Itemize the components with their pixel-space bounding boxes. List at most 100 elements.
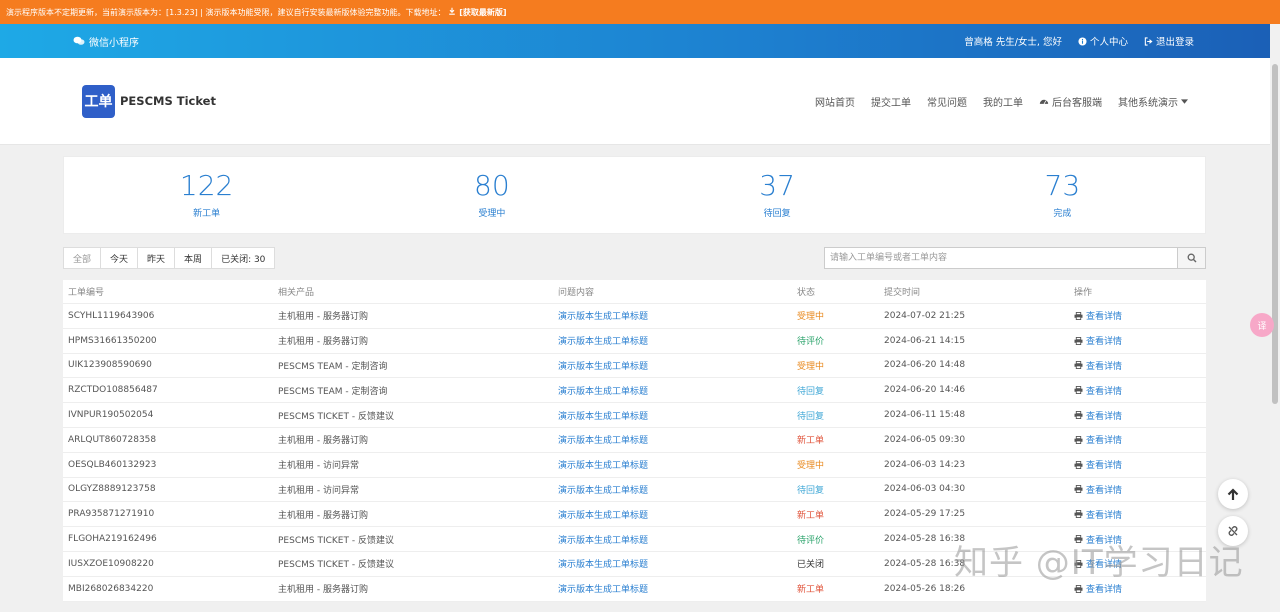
search-box xyxy=(824,247,1206,269)
view-detail-link[interactable]: 查看详情 xyxy=(1069,359,1206,372)
ticket-id: FLGOHA219162496 xyxy=(68,534,157,545)
download-link-label: [获取最新版] xyxy=(459,7,507,17)
ticket-status: 待回复 xyxy=(797,386,825,397)
column-header: 状态 xyxy=(797,288,816,298)
table-header-row: 工单编号 相关产品 问题内容 状态 提交时间 操作 xyxy=(63,280,1206,304)
ticket-id: IUSXZOE10908220 xyxy=(68,558,154,569)
view-detail-link[interactable]: 查看详情 xyxy=(1069,483,1206,496)
scrollbar-thumb[interactable] xyxy=(1272,64,1278,404)
view-detail-link[interactable]: 查看详情 xyxy=(1069,582,1206,595)
ticket-content-link[interactable]: 演示版本生成工单标题 xyxy=(553,409,792,422)
view-detail-label: 查看详情 xyxy=(1086,436,1123,447)
filter-today[interactable]: 今天 xyxy=(101,248,139,268)
search-icon xyxy=(1187,253,1196,263)
table-row: IVNPUR190502054 PESCMS TICKET - 反馈建议 演示版… xyxy=(63,403,1206,428)
info-circle-icon xyxy=(1078,36,1087,46)
ticket-content-link[interactable]: 演示版本生成工单标题 xyxy=(553,359,792,372)
column-header: 工单编号 xyxy=(68,288,105,298)
wechat-icon xyxy=(73,36,85,45)
back-to-top-button[interactable] xyxy=(1218,479,1248,509)
search-button[interactable] xyxy=(1178,247,1206,269)
ticket-content-link[interactable]: 演示版本生成工单标题 xyxy=(553,508,792,521)
view-detail-link[interactable]: 查看详情 xyxy=(1069,557,1206,570)
stat-value: 80 xyxy=(474,168,510,202)
view-detail-link[interactable]: 查看详情 xyxy=(1069,508,1206,521)
stat-new[interactable]: 122 新工单 xyxy=(64,157,349,233)
print-icon xyxy=(1074,435,1083,444)
print-icon xyxy=(1074,336,1083,345)
stat-processing[interactable]: 80 受理中 xyxy=(349,157,634,233)
view-detail-link[interactable]: 查看详情 xyxy=(1069,334,1206,347)
logout-icon xyxy=(1144,36,1153,46)
view-detail-label: 查看详情 xyxy=(1086,312,1123,323)
ticket-product: 主机租用 - 服务器订购 xyxy=(278,510,368,521)
ticket-product: 主机租用 - 服务器订购 xyxy=(278,337,368,348)
table-row: PRA935871271910 主机租用 - 服务器订购 演示版本生成工单标题 … xyxy=(63,502,1206,528)
dashboard-icon xyxy=(1039,99,1049,105)
translate-badge[interactable]: 译 xyxy=(1250,313,1274,337)
view-detail-link[interactable]: 查看详情 xyxy=(1069,409,1206,422)
filter-week[interactable]: 本周 xyxy=(175,248,213,268)
view-detail-link[interactable]: 查看详情 xyxy=(1069,458,1206,471)
download-icon xyxy=(449,7,456,15)
ticket-time: 2024-05-28 16:38 xyxy=(884,558,966,569)
ticket-time: 2024-07-02 21:25 xyxy=(884,310,966,321)
nav-others[interactable]: 其他系统演示 xyxy=(1118,94,1188,109)
ticket-content-link[interactable]: 演示版本生成工单标题 xyxy=(553,582,792,595)
print-icon xyxy=(1074,559,1083,568)
view-detail-link[interactable]: 查看详情 xyxy=(1069,384,1206,397)
brand-link[interactable]: 工单 PESCMS Ticket xyxy=(82,84,216,118)
ticket-id: HPMS31661350200 xyxy=(68,335,157,346)
table-row: HPMS31661350200 主机租用 - 服务器订购 演示版本生成工单标题 … xyxy=(63,329,1206,354)
logo: 工单 xyxy=(82,84,115,118)
link-broken-icon xyxy=(1228,526,1238,536)
nav-faq[interactable]: 常见问题 xyxy=(927,94,967,109)
ticket-time: 2024-06-03 14:23 xyxy=(884,459,966,470)
profile-link[interactable]: 个人中心 xyxy=(1078,34,1128,48)
ticket-status: 待回复 xyxy=(797,411,825,422)
ticket-time: 2024-06-03 04:30 xyxy=(884,484,966,495)
view-detail-label: 查看详情 xyxy=(1086,560,1123,571)
ticket-status: 待回复 xyxy=(797,485,825,496)
ticket-content-link[interactable]: 演示版本生成工单标题 xyxy=(553,483,792,496)
ticket-content-link[interactable]: 演示版本生成工单标题 xyxy=(553,557,792,570)
search-input[interactable] xyxy=(824,247,1178,269)
view-detail-link[interactable]: 查看详情 xyxy=(1069,309,1206,322)
filter-all[interactable]: 全部 xyxy=(64,248,102,268)
notice-text: 演示程序版本不定期更新，当前演示版本为：[1.3.23] | 演示版本功能受限，… xyxy=(6,7,446,17)
miniprogram-link[interactable]: 微信小程序 xyxy=(73,34,139,49)
nav-submit[interactable]: 提交工单 xyxy=(871,94,911,109)
nav-mine[interactable]: 我的工单 xyxy=(983,94,1023,109)
ticket-content-link[interactable]: 演示版本生成工单标题 xyxy=(553,533,792,546)
greeting-text: 曾高格 先生/女士, 您好 xyxy=(964,37,1062,48)
share-link-button[interactable] xyxy=(1218,516,1248,546)
view-detail-label: 查看详情 xyxy=(1086,386,1123,397)
nav-home[interactable]: 网站首页 xyxy=(815,94,855,109)
print-icon xyxy=(1074,361,1083,370)
download-link[interactable]: [获取最新版] xyxy=(448,7,507,18)
logout-link[interactable]: 退出登录 xyxy=(1144,34,1194,48)
table-row: OLGYZ8889123758 主机租用 - 访问异常 演示版本生成工单标题 待… xyxy=(63,478,1206,503)
logout-label: 退出登录 xyxy=(1155,37,1194,48)
ticket-content-link[interactable]: 演示版本生成工单标题 xyxy=(553,384,792,397)
view-detail-link[interactable]: 查看详情 xyxy=(1069,433,1206,446)
stat-label: 完成 xyxy=(1053,208,1072,219)
filter-closed[interactable]: 已关闭: 30 xyxy=(212,248,274,268)
ticket-product: PESCMS TICKET - 反馈建议 xyxy=(278,560,394,571)
arrow-up-icon xyxy=(1227,487,1239,500)
ticket-content-link[interactable]: 演示版本生成工单标题 xyxy=(553,458,792,471)
filter-yesterday[interactable]: 昨天 xyxy=(138,248,176,268)
ticket-content-link[interactable]: 演示版本生成工单标题 xyxy=(553,334,792,347)
ticket-id: OESQLB460132923 xyxy=(68,459,157,470)
ticket-product: 主机租用 - 服务器订购 xyxy=(278,436,368,447)
ticket-content-link[interactable]: 演示版本生成工单标题 xyxy=(553,309,792,322)
ticket-table: 工单编号 相关产品 问题内容 状态 提交时间 操作 SCYHL111964390… xyxy=(63,280,1206,602)
ticket-product: PESCMS TICKET - 反馈建议 xyxy=(278,535,394,546)
ticket-content-link[interactable]: 演示版本生成工单标题 xyxy=(553,433,792,446)
ticket-id: ARLQUT860728358 xyxy=(68,434,157,445)
view-detail-link[interactable]: 查看详情 xyxy=(1069,533,1206,546)
stat-complete[interactable]: 73 完成 xyxy=(920,157,1205,233)
nav-backend[interactable]: 后台客服端 xyxy=(1039,94,1102,109)
ticket-time: 2024-05-29 17:25 xyxy=(884,509,966,520)
stat-waiting-reply[interactable]: 37 待回复 xyxy=(635,157,920,233)
